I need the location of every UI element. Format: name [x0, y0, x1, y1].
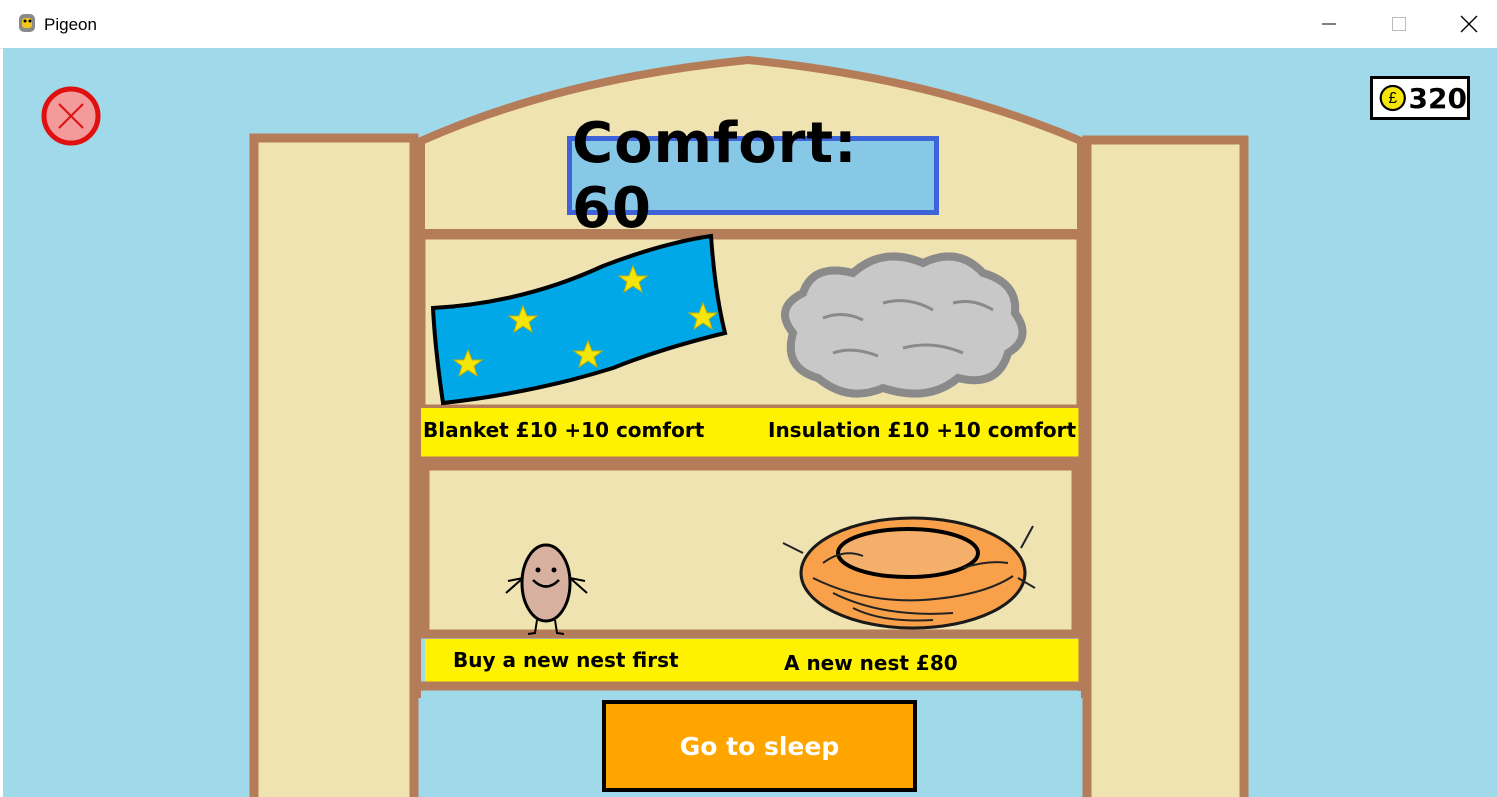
left-pillar [249, 133, 419, 797]
pigeon-app-icon [19, 14, 35, 32]
right-pillar [1082, 135, 1249, 797]
go-to-sleep-button[interactable]: Go to sleep [602, 700, 917, 792]
buy-nest-first-label: Buy a new nest first [453, 648, 679, 672]
maximize-icon [1392, 17, 1406, 31]
insulation-item-label[interactable]: Insulation £10 +10 comfort [768, 418, 1076, 442]
minimize-button[interactable] [1294, 0, 1364, 48]
money-value: 320 [1408, 81, 1467, 115]
close-icon [1460, 15, 1478, 33]
go-to-sleep-label: Go to sleep [679, 731, 840, 761]
comfort-display: Comfort: 60 [567, 111, 939, 241]
svg-text:£: £ [1388, 90, 1397, 107]
maximize-button[interactable] [1364, 0, 1434, 48]
blanket-item-label[interactable]: Blanket £10 +10 comfort [423, 418, 704, 442]
game-canvas: £ 320 Comfort: 60 Blanket £10 +10 comfor… [3, 48, 1497, 797]
close-circle-icon[interactable] [41, 86, 101, 146]
window-close-button[interactable] [1434, 0, 1497, 48]
pound-coin-icon: £ [1379, 84, 1406, 112]
new-nest-item-label[interactable]: A new nest £80 [784, 651, 958, 675]
insulation-cloud-icon[interactable] [781, 252, 1027, 398]
comfort-label: Comfort: 60 [572, 110, 858, 241]
title-bar: Pigeon [0, 0, 1497, 49]
minimize-icon [1322, 23, 1336, 25]
window-title: Pigeon [44, 15, 97, 34]
money-counter: £ 320 [1370, 76, 1470, 120]
